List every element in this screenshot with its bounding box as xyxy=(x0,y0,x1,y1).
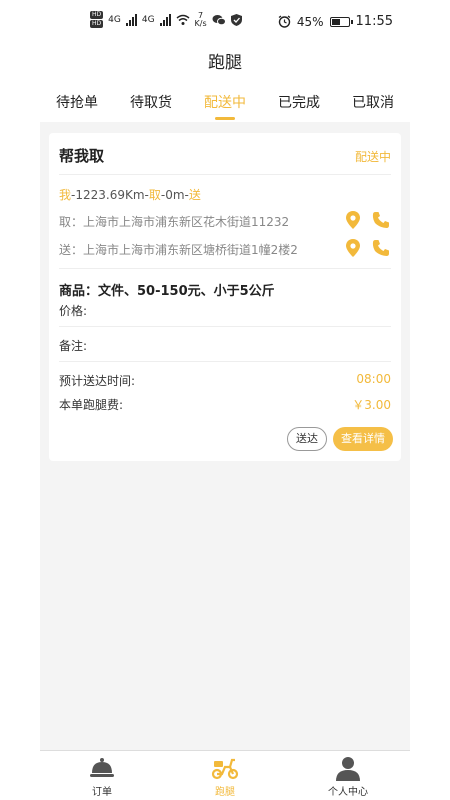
tab-cancelled[interactable]: 已取消 xyxy=(352,88,394,118)
nav-profile-label: 个人中心 xyxy=(328,787,368,798)
route-me: 我 xyxy=(59,188,72,202)
status-bar: HD HD 4G 4G 7 K/s 45% 11:55 xyxy=(0,0,450,42)
user-icon xyxy=(336,757,360,781)
route-distance-1: -1223.69Km- xyxy=(71,188,149,202)
tab-pending-pickup[interactable]: 待取货 xyxy=(130,88,172,118)
route-send: 送 xyxy=(188,188,201,202)
tab-pending-grab[interactable]: 待抢单 xyxy=(56,88,98,118)
fee-label: 本单跑腿费: xyxy=(59,398,124,412)
delivery-address-row: 送：上海市上海市浦东新区塘桥街道1幢2楼2 xyxy=(59,238,391,260)
page-title: 跑腿 xyxy=(208,53,242,73)
wechat-icon xyxy=(212,14,226,25)
order-card-header: 帮我取 配送中 xyxy=(59,133,391,175)
fee-row: 本单跑腿费: ￥3.00 xyxy=(59,396,391,413)
route-pick: 取 xyxy=(148,188,161,202)
phone-icon[interactable] xyxy=(371,210,391,230)
phone-icon[interactable] xyxy=(371,238,391,258)
bell-icon xyxy=(90,758,114,777)
order-status: 配送中 xyxy=(354,150,391,164)
nav-orders-label: 订单 xyxy=(92,787,112,798)
battery-percent: 45% xyxy=(296,14,324,29)
divider xyxy=(59,361,391,362)
route-summary: 我-1223.69Km-取-0m-送 xyxy=(59,186,201,203)
location-pin-icon[interactable] xyxy=(343,210,363,230)
fee-value: ￥3.00 xyxy=(352,398,391,412)
alarm-icon xyxy=(278,15,291,28)
net-speed: 7 K/s xyxy=(194,11,207,28)
wifi-icon xyxy=(176,14,190,25)
nav-profile[interactable]: 个人中心 xyxy=(308,755,388,798)
order-type: 帮我取 xyxy=(59,147,105,165)
battery-icon xyxy=(329,16,353,27)
goods-info: 商品：文件、50-150元、小于5公斤 xyxy=(59,284,275,299)
scooter-icon xyxy=(211,758,239,780)
eta-row: 预计送达时间: 08:00 xyxy=(59,372,391,389)
shield-icon xyxy=(230,13,242,26)
nav-errand-label: 跑腿 xyxy=(215,787,235,798)
view-details-button[interactable]: 查看详情 xyxy=(333,427,393,451)
divider xyxy=(59,326,391,327)
network-label: 4G xyxy=(108,14,121,25)
nav-orders[interactable]: 订单 xyxy=(62,755,142,798)
delivery-address: 送：上海市上海市浦东新区塘桥街道1幢2楼2 xyxy=(59,243,298,257)
eta-value: 08:00 xyxy=(356,372,391,386)
route-distance-2: -0m- xyxy=(160,188,189,202)
tab-delivering[interactable]: 配送中 xyxy=(204,88,246,118)
signal-icon xyxy=(125,13,137,26)
clock: 11:55 xyxy=(355,14,393,29)
note-label: 备注: xyxy=(59,339,88,353)
network-label-2: 4G xyxy=(141,14,155,25)
delivered-button[interactable]: 送达 xyxy=(287,427,327,451)
hd-indicator: HD HD xyxy=(90,11,104,28)
price-label: 价格: xyxy=(59,304,88,318)
pickup-address: 取：上海市上海市浦东新区花木街道11232 xyxy=(59,215,290,229)
order-tabs: 待抢单 待取货 配送中 已完成 已取消 xyxy=(40,88,410,118)
bottom-nav: 订单 跑腿 个人中心 xyxy=(40,750,410,800)
status-right: 45% 11:55 xyxy=(278,14,393,29)
nav-errand[interactable]: 跑腿 xyxy=(185,755,265,798)
eta-label: 预计送达时间: xyxy=(59,374,136,388)
divider xyxy=(59,268,391,269)
status-left: HD HD 4G 4G 7 K/s xyxy=(90,11,242,28)
location-pin-icon[interactable] xyxy=(343,238,363,258)
order-card[interactable]: 帮我取 配送中 我-1223.69Km-取-0m-送 取：上海市上海市浦东新区花… xyxy=(49,133,401,461)
net-speed-unit: K/s xyxy=(194,18,207,28)
tab-completed[interactable]: 已完成 xyxy=(278,88,320,118)
pickup-address-row: 取：上海市上海市浦东新区花木街道11232 xyxy=(59,210,391,232)
signal-icon-2 xyxy=(159,13,171,26)
